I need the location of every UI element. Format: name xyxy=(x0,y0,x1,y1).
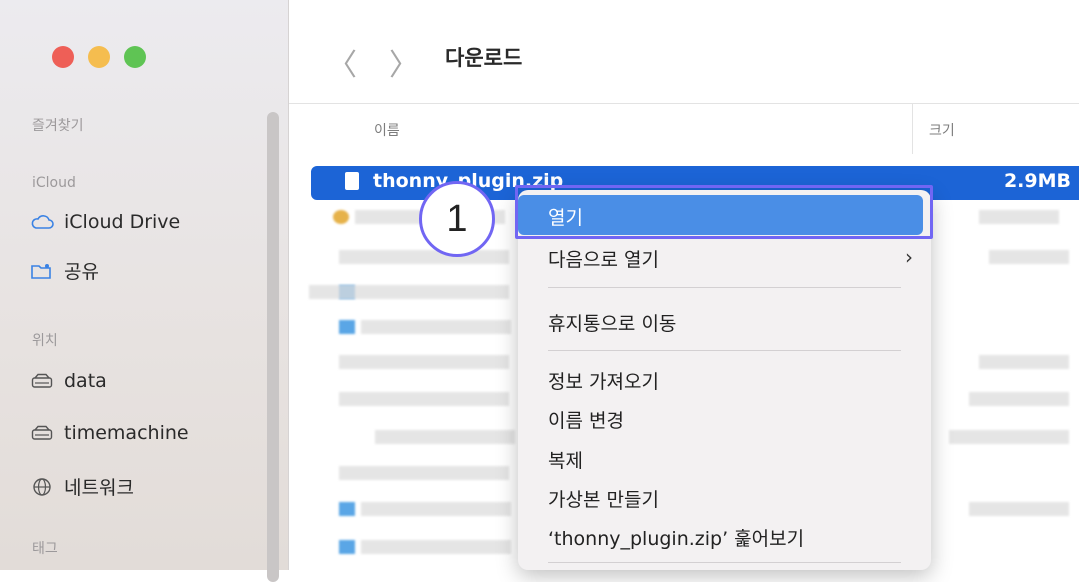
file-icon xyxy=(339,320,355,334)
list-item xyxy=(309,285,509,299)
list-item xyxy=(989,250,1069,264)
sidebar-item-label: 공유 xyxy=(64,261,99,283)
chevron-right-icon: › xyxy=(905,245,913,269)
list-item xyxy=(339,466,509,480)
menu-separator xyxy=(548,287,901,288)
back-button[interactable]: 〈 xyxy=(327,40,357,84)
list-item xyxy=(375,430,515,444)
minimize-button[interactable] xyxy=(88,46,110,68)
menu-item-open-with[interactable]: 다음으로 열기 xyxy=(548,245,659,272)
drive-icon xyxy=(30,423,54,443)
close-button[interactable] xyxy=(52,46,74,68)
zoom-button[interactable] xyxy=(124,46,146,68)
column-size[interactable]: 크기 xyxy=(929,120,955,140)
context-menu: 열기 다음으로 열기 › 휴지통으로 이동 정보 가져오기 이름 변경 복제 가… xyxy=(518,190,931,570)
column-header: 이름 크기 xyxy=(289,104,1079,154)
sidebar-item-timemachine[interactable]: timemachine xyxy=(30,422,189,444)
file-size: 2.9MB xyxy=(1003,170,1071,192)
sidebar: 즐겨찾기 iCloud iCloud Drive 공유 위치 data time… xyxy=(0,0,289,582)
menu-item-label: 이름 변경 xyxy=(548,410,624,432)
menu-item-rename[interactable]: 이름 변경 xyxy=(548,406,624,433)
menu-separator xyxy=(548,350,901,351)
list-item xyxy=(949,430,1069,444)
list-item xyxy=(969,392,1069,406)
list-item xyxy=(339,392,509,406)
menu-item-get-info[interactable]: 정보 가져오기 xyxy=(548,367,659,394)
sidebar-item-label: 네트워크 xyxy=(64,477,134,499)
menu-item-label: 복제 xyxy=(548,450,583,472)
file-icon xyxy=(339,540,355,554)
list-item xyxy=(361,320,511,334)
section-favorites: 즐겨찾기 xyxy=(32,118,84,134)
list-item xyxy=(361,502,511,516)
sidebar-item-label: data xyxy=(64,370,107,392)
window-controls xyxy=(52,46,146,68)
zip-file-icon xyxy=(345,172,359,190)
annotation-step-badge: 1 xyxy=(419,181,495,257)
globe-icon xyxy=(30,477,54,497)
cloud-icon xyxy=(30,212,54,232)
list-item xyxy=(979,210,1059,224)
list-item xyxy=(339,250,509,264)
menu-item-label: 휴지통으로 이동 xyxy=(548,313,677,335)
list-item xyxy=(339,355,509,369)
column-divider xyxy=(912,104,913,154)
menu-item-quick-look[interactable]: ‘thonny_plugin.zip’ 훑어보기 xyxy=(548,524,804,551)
page-title: 다운로드 xyxy=(445,46,523,70)
folder-icon xyxy=(333,210,349,224)
sidebar-scrollbar[interactable] xyxy=(267,112,279,582)
sidebar-item-label: iCloud Drive xyxy=(64,211,181,233)
sidebar-item-icloud-drive[interactable]: iCloud Drive xyxy=(30,211,180,233)
column-name[interactable]: 이름 xyxy=(374,120,400,140)
sidebar-item-network[interactable]: 네트워크 xyxy=(30,473,134,500)
section-icloud: iCloud xyxy=(32,175,76,191)
menu-item-label: 다음으로 열기 xyxy=(548,249,659,271)
menu-item-label: ‘thonny_plugin.zip’ 훑어보기 xyxy=(548,528,805,550)
section-locations: 위치 xyxy=(32,333,58,349)
list-item xyxy=(979,355,1069,369)
forward-button[interactable]: 〉 xyxy=(389,40,419,84)
list-item xyxy=(969,502,1069,516)
file-icon xyxy=(339,502,355,516)
menu-item-move-to-trash[interactable]: 휴지통으로 이동 xyxy=(548,309,676,336)
annotation-highlight-box xyxy=(515,185,933,239)
list-item xyxy=(361,540,511,554)
menu-item-label: 가상본 만들기 xyxy=(548,489,659,511)
menu-separator xyxy=(548,562,901,563)
menu-item-make-alias[interactable]: 가상본 만들기 xyxy=(548,485,659,512)
sidebar-item-shared[interactable]: 공유 xyxy=(30,257,99,284)
toolbar: 〈 〉 다운로드 ⋮ xyxy=(289,0,1079,104)
menu-item-label: 정보 가져오기 xyxy=(548,371,659,393)
menu-item-duplicate[interactable]: 복제 xyxy=(548,446,583,473)
section-tags: 태그 xyxy=(32,541,58,557)
shared-folder-icon xyxy=(30,261,54,281)
sidebar-item-data[interactable]: data xyxy=(30,370,107,392)
drive-icon xyxy=(30,371,54,391)
sidebar-item-label: timemachine xyxy=(64,422,189,444)
